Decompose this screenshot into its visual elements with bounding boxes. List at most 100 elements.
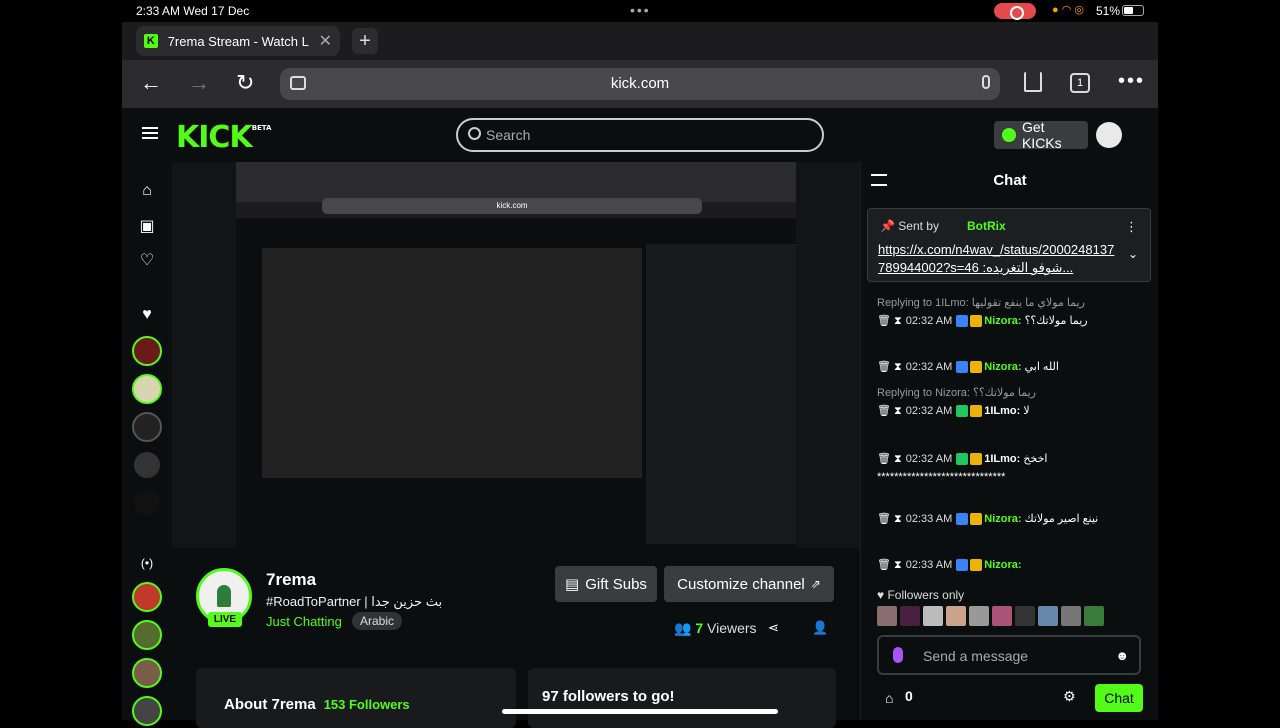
get-kicks-button[interactable]: Get KICKs: [994, 119, 1088, 151]
chat-message-input[interactable]: Send a message ☻: [877, 635, 1141, 675]
emote[interactable]: [877, 606, 897, 626]
share-icon[interactable]: [1024, 72, 1042, 92]
delete-icon[interactable]: 🗑: [877, 361, 891, 373]
recommended-channel-avatar[interactable]: [132, 658, 162, 688]
battery-percent: 51%: [1096, 4, 1121, 18]
emote[interactable]: [969, 606, 989, 626]
username[interactable]: Nizora:: [984, 361, 1021, 373]
recommended-channel-avatar[interactable]: [132, 620, 162, 650]
emote[interactable]: [923, 606, 943, 626]
delete-icon[interactable]: 🗑: [877, 513, 891, 525]
chat-message[interactable]: Replying to Nizora: ريما مولاتك؟؟ 🗑 ⧗ 02:…: [877, 384, 1145, 420]
microphone-icon[interactable]: [982, 75, 990, 89]
chat-message[interactable]: 🗑 ⧗ 02:33 AM Nizora: نينع اصير مولاتك: [877, 510, 1145, 528]
battery-icon: [1122, 5, 1144, 16]
gear-icon[interactable]: ⚙: [1063, 688, 1076, 705]
delete-icon[interactable]: 🗑: [877, 315, 891, 327]
followed-channel-avatar[interactable]: [132, 412, 162, 442]
emote[interactable]: [900, 606, 920, 626]
reload-icon[interactable]: ↻: [236, 70, 254, 96]
following-heart-icon[interactable]: ♡: [138, 252, 156, 270]
emote[interactable]: [1061, 606, 1081, 626]
reply-context: Replying to 1ILmo: ريما مولاي ما ينفع تق…: [877, 297, 1085, 309]
channel-name[interactable]: 7rema: [266, 570, 316, 590]
language-tag[interactable]: Arabic: [352, 612, 403, 630]
back-icon[interactable]: ←: [140, 70, 162, 96]
emote[interactable]: [946, 606, 966, 626]
message-time: 02:32 AM: [905, 315, 953, 327]
forward-icon[interactable]: →: [188, 70, 210, 96]
username[interactable]: Nizora:: [984, 513, 1021, 525]
browser-tab[interactable]: K 7rema Stream - Watch L ✕: [136, 26, 340, 56]
timeout-icon[interactable]: ⧗: [894, 405, 902, 417]
followed-channel-avatar[interactable]: [132, 374, 162, 404]
followed-channel-avatar[interactable]: [132, 336, 162, 366]
share-icon[interactable]: ⋖: [768, 620, 779, 636]
timeout-icon[interactable]: ⧗: [894, 453, 902, 465]
recommended-channel-avatar[interactable]: [132, 582, 162, 612]
message-time: 02:32 AM: [905, 361, 953, 373]
chat-message[interactable]: 🗑 ⧗ 02:32 AM Nizora: الله ابي: [877, 358, 1145, 376]
timeout-icon[interactable]: ⧗: [894, 513, 902, 525]
emote[interactable]: [1084, 606, 1104, 626]
followed-channel-avatar[interactable]: [132, 450, 162, 480]
kick-logo[interactable]: KICKBETA: [176, 120, 271, 155]
gift-subs-button[interactable]: ▤ Gift Subs: [555, 566, 657, 602]
nested-browser-bar: [236, 162, 796, 202]
new-tab-button[interactable]: +: [352, 28, 378, 54]
badge-icon: [970, 453, 983, 466]
timeout-icon[interactable]: ⧗: [894, 361, 902, 373]
store-icon[interactable]: ⌂: [885, 690, 893, 706]
screen-record-icon[interactable]: [994, 3, 1036, 20]
timeout-icon[interactable]: ⧗: [894, 559, 902, 571]
menu-icon[interactable]: [142, 127, 158, 139]
tab-count-button[interactable]: 1: [1070, 73, 1090, 93]
timeout-icon[interactable]: ⧗: [894, 315, 902, 327]
emote[interactable]: [1038, 606, 1058, 626]
home-icon[interactable]: ⌂: [138, 182, 156, 200]
stream-category[interactable]: Just Chatting: [266, 614, 342, 629]
pinned-link[interactable]: https://x.com/n4wav_/status/200024813778…: [878, 241, 1118, 277]
left-sidebar: ⌂ ▣ ♡ ♥ (•): [122, 162, 172, 726]
pinned-menu-icon[interactable]: ⋮: [1125, 219, 1138, 235]
pinned-message[interactable]: 📌 Sent by BotRix ⋮ https://x.com/n4wav_/s…: [867, 208, 1151, 282]
message-text: لا: [1023, 405, 1030, 417]
close-tab-icon[interactable]: ✕: [319, 31, 332, 51]
username[interactable]: 1ILmo:: [984, 453, 1020, 465]
user-avatar[interactable]: [1096, 122, 1122, 148]
microphone-icon[interactable]: [893, 647, 903, 663]
emoji-icon[interactable]: ☻: [1115, 648, 1129, 663]
browser-tab-bar: K 7rema Stream - Watch L ✕ +: [122, 22, 1158, 60]
chat-message[interactable]: 🗑 ⧗ 02:33 AM Nizora:: [877, 556, 1145, 574]
delete-icon[interactable]: 🗑: [877, 405, 891, 417]
chat-panel: Chat 📌 Sent by BotRix ⋮ https://x.com/n4w…: [860, 162, 1158, 720]
chat-message[interactable]: Replying to 1ILmo: ريما مولاي ما ينفع تق…: [877, 294, 1145, 330]
home-indicator[interactable]: [502, 709, 778, 714]
chat-send-button[interactable]: Chat: [1095, 684, 1143, 712]
badge-icon: [970, 405, 983, 418]
browser-toolbar: ← → ↻ kick.com 1 •••: [122, 60, 1158, 108]
more-menu-icon[interactable]: •••: [1118, 70, 1145, 93]
username[interactable]: Nizora:: [984, 559, 1021, 571]
chevron-down-icon[interactable]: ⌄: [1128, 247, 1138, 261]
chat-message[interactable]: 🗑 ⧗ 02:32 AM 1ILmo: اخخخ *****************…: [877, 450, 1145, 486]
delete-icon[interactable]: 🗑: [877, 559, 891, 571]
username[interactable]: 1ILmo:: [984, 405, 1020, 417]
badge-icon: [970, 513, 983, 526]
delete-icon[interactable]: 🗑: [877, 453, 891, 465]
browse-icon[interactable]: ▣: [138, 218, 156, 236]
follow-user-icon[interactable]: 👤: [812, 620, 828, 636]
search-input[interactable]: Search: [456, 118, 824, 152]
customize-channel-button[interactable]: Customize channel ⇗: [664, 566, 834, 602]
recommended-channel-avatar[interactable]: [132, 696, 162, 726]
followed-channel-avatar[interactable]: [132, 488, 162, 518]
site-header: KICKBETA Search Get KICKs: [122, 108, 1158, 162]
username[interactable]: Nizora:: [984, 315, 1021, 327]
address-bar[interactable]: kick.com: [280, 68, 1000, 100]
emote[interactable]: [1015, 606, 1035, 626]
video-player[interactable]: kick.com: [172, 162, 860, 548]
channel-info: LIVE 7rema #RoadToPartner | بث حزين جدا …: [172, 548, 860, 728]
chat-placeholder: Send a message: [923, 648, 1029, 664]
emote[interactable]: [992, 606, 1012, 626]
multitask-dots-icon[interactable]: •••: [630, 2, 651, 18]
